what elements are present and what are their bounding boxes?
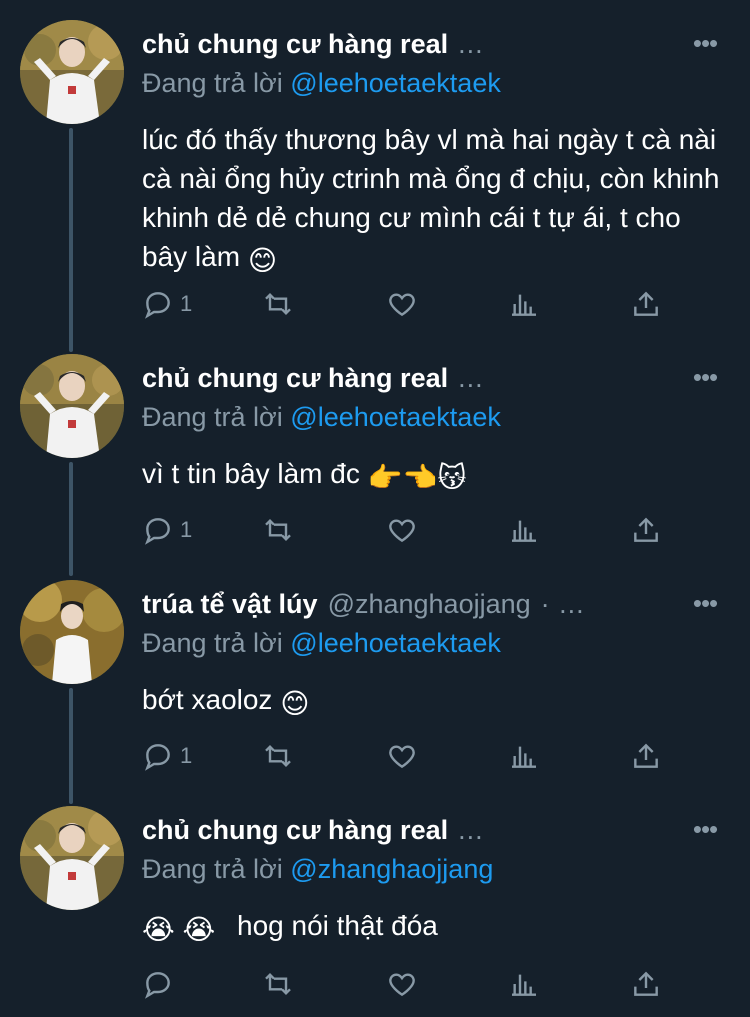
display-name[interactable]: chủ chung cư hàng real [142,815,448,846]
retweet-icon [265,972,291,996]
like-button[interactable] [386,284,418,324]
tweet-text: bớt xaoloz 😊 [142,680,727,723]
tweet-header: chủ chung cư hàng real ... [142,22,690,66]
reply-icon [145,972,170,999]
tweet-header: chủ chung cư hàng real ... [142,356,690,400]
share-button[interactable] [630,510,662,550]
reply-icon [145,518,170,545]
reply-button[interactable]: 1 [142,284,192,324]
tweet-body: vì t tin bây làm đc [142,458,360,489]
reply-count: 1 [180,291,193,316]
username-handle[interactable]: @zhanghaojjang [328,589,531,620]
heart-icon [389,293,415,317]
heart-icon [389,973,415,997]
share-button[interactable] [630,284,662,324]
truncation-ellipsis: ... [458,28,484,59]
retweet-button[interactable] [262,964,294,1004]
tweet-actions: 1 [142,736,662,776]
display-name[interactable]: trúa tể vật lúy [142,589,318,620]
reply-prefix: Đang trả lời [142,628,283,658]
retweet-button[interactable] [262,284,294,324]
reply-button[interactable]: 1 [142,736,192,776]
analytics-icon [512,974,536,996]
analytics-icon [512,746,536,768]
display-name[interactable]: chủ chung cư hàng real [142,363,448,394]
tweet-body: lúc đó thấy thương bây vl mà hai ngày t … [142,124,720,272]
analytics-icon [512,520,536,542]
share-button[interactable] [630,736,662,776]
reply-count: 1 [180,517,193,542]
tweet-actions: 1 [142,284,662,324]
tweet-text: 😭 😭 hog nói thật đóa [142,906,727,949]
tweet[interactable]: chủ chung cư hàng real ... ••• Đang trả … [0,354,750,564]
share-icon [634,743,658,768]
heart-icon [389,519,415,543]
tweet-text: lúc đó thấy thương bây vl mà hai ngày t … [142,120,727,280]
reply-count: 1 [180,743,193,768]
reply-context: Đang trả lời @leehoetaektaek [142,628,501,659]
tweet-text: vì t tin bây làm đc 👉👈😽 [142,454,727,497]
share-button[interactable] [630,964,662,1004]
truncation-ellipsis: · ... [540,588,585,619]
reply-mention-link[interactable]: @leehoetaektaek [290,628,501,658]
truncation-ellipsis: ... [458,814,484,845]
retweet-icon [265,518,291,542]
display-name[interactable]: chủ chung cư hàng real [142,29,448,60]
share-icon [634,517,658,542]
crying-emoji: 😭 😭 [142,914,216,945]
tweet-thread: chủ chung cư hàng real ... ••• Đang trả … [0,0,750,1017]
reply-prefix: Đang trả lời [142,854,283,884]
like-button[interactable] [386,510,418,550]
tweet-actions: 1 [142,510,662,550]
more-options-icon[interactable]: ••• [688,812,722,846]
tweet[interactable]: trúa tể vật lúy @zhanghaojjang · ... •••… [0,580,750,794]
reply-prefix: Đang trả lời [142,68,283,98]
reply-icon [145,292,170,319]
retweet-icon [265,744,291,768]
like-button[interactable] [386,736,418,776]
heart-icon [389,745,415,769]
analytics-button[interactable] [508,510,540,550]
tweet-actions [142,964,662,1004]
avatar[interactable] [20,354,124,458]
pointing-fingers-emoji: 👉👈😽 [367,462,467,493]
more-options-icon[interactable]: ••• [688,360,722,394]
tweet-header: trúa tể vật lúy @zhanghaojjang · ... [142,582,690,626]
tweet-header: chủ chung cư hàng real ... [142,808,690,852]
smile-emoji: 😊 [247,245,278,276]
reply-mention-link[interactable]: @leehoetaektaek [290,402,501,432]
reply-mention-link[interactable]: @leehoetaektaek [290,68,501,98]
analytics-button[interactable] [508,736,540,776]
more-options-icon[interactable]: ••• [688,26,722,60]
tweet-body: bớt xaoloz [142,684,273,715]
reply-context: Đang trả lời @zhanghaojjang [142,854,493,885]
avatar[interactable] [20,20,124,124]
reply-mention-link[interactable]: @zhanghaojjang [290,854,493,884]
share-icon [634,291,658,316]
retweet-button[interactable] [262,736,294,776]
analytics-button[interactable] [508,284,540,324]
retweet-button[interactable] [262,510,294,550]
avatar[interactable] [20,806,124,910]
reply-button[interactable]: 1 [142,510,192,550]
analytics-button[interactable] [508,964,540,1004]
reply-icon [145,744,170,771]
analytics-icon [512,294,536,316]
reply-context: Đang trả lời @leehoetaektaek [142,402,501,433]
tweet[interactable]: chủ chung cư hàng real ... ••• Đang trả … [0,20,750,340]
avatar[interactable] [20,580,124,684]
share-icon [634,971,658,996]
like-button[interactable] [386,964,418,1004]
truncation-ellipsis: ... [458,362,484,393]
tweet[interactable]: chủ chung cư hàng real ... ••• Đang trả … [0,806,750,1017]
smile-emoji: 😊 [280,688,310,719]
reply-button[interactable] [142,964,180,1004]
tweet-body: hog nói thật đóa [237,910,438,941]
reply-prefix: Đang trả lời [142,402,283,432]
reply-context: Đang trả lời @leehoetaektaek [142,68,501,99]
more-options-icon[interactable]: ••• [688,586,722,620]
retweet-icon [265,292,291,316]
